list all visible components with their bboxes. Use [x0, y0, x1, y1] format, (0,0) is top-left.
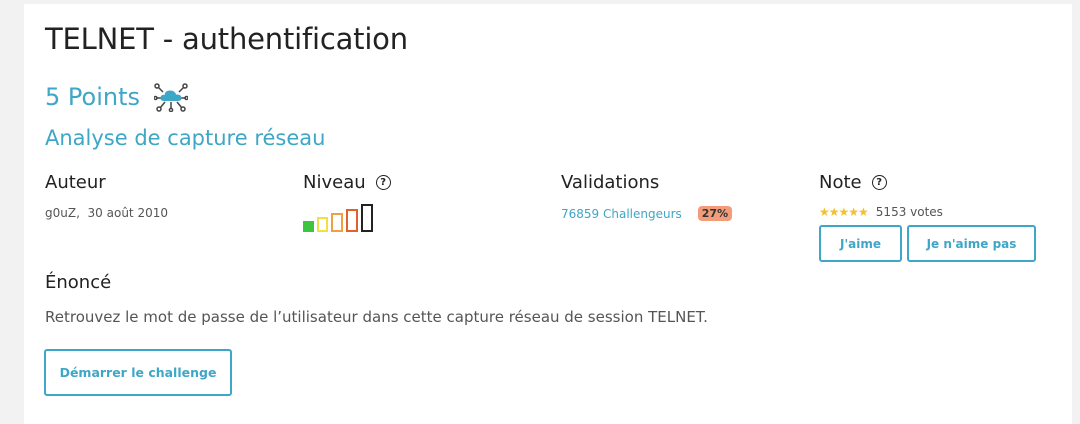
points-row: 5 Points — [45, 82, 188, 112]
validations-section: Validations 76859 Challengeurs 27% — [561, 172, 733, 221]
level-4-bar — [346, 209, 358, 232]
level-2-bar — [317, 217, 328, 232]
note-label: Note — [819, 172, 862, 193]
challenge-category: Analyse de capture réseau — [45, 126, 326, 150]
challengers-link[interactable]: 76859 Challengeurs — [561, 207, 682, 221]
level-indicator — [303, 204, 391, 232]
validation-percent-badge: 27% — [697, 206, 733, 221]
author-date: 30 août 2010 — [87, 206, 168, 220]
author-info: g0uZ, 30 août 2010 — [45, 206, 168, 220]
like-button[interactable]: J'aime — [819, 225, 902, 262]
help-icon[interactable]: ? — [375, 175, 391, 190]
rating-stars-icon: ★★★★★ — [819, 205, 869, 219]
dislike-button[interactable]: Je n'aime pas — [907, 225, 1036, 262]
points-value: 5 Points — [45, 83, 140, 111]
page-title: TELNET - authentification — [45, 22, 408, 56]
start-challenge-button[interactable]: Démarrer le challenge — [44, 349, 232, 396]
statement-text: Retrouvez le mot de passe de l’utilisate… — [45, 308, 708, 326]
help-icon[interactable]: ? — [871, 175, 887, 190]
challenge-card: TELNET - authentification 5 Points Analy… — [24, 4, 1072, 424]
level-label: Niveau — [303, 172, 366, 193]
level-3-bar — [331, 213, 343, 232]
author-section: Auteur g0uZ, 30 août 2010 — [45, 172, 168, 220]
level-1-bar — [303, 221, 314, 232]
votes-count: 5153 votes — [875, 205, 943, 219]
author-name[interactable]: g0uZ, — [45, 206, 80, 220]
validations-label: Validations — [561, 172, 660, 193]
level-5-bar — [361, 204, 373, 232]
author-label: Auteur — [45, 172, 106, 193]
network-cloud-icon — [154, 82, 188, 112]
level-section: Niveau ? — [303, 172, 391, 232]
note-section: Note ? ★★★★★ 5153 votes J'aime Je n'aime… — [819, 172, 1036, 262]
statement-heading: Énoncé — [45, 272, 112, 293]
